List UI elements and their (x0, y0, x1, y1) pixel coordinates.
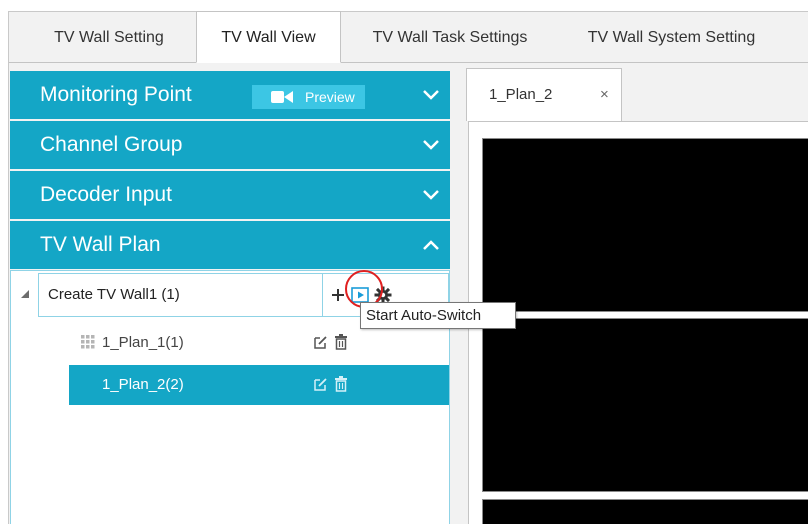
tv-screen[interactable] (482, 318, 808, 492)
accordion-tv-wall-plan[interactable]: TV Wall Plan (10, 221, 450, 269)
accordion-channel-group[interactable]: Channel Group (10, 121, 450, 169)
add-icon[interactable] (330, 287, 346, 303)
tab-plan-view[interactable]: 1_Plan_2 × (466, 68, 622, 121)
edit-icon[interactable] (313, 377, 328, 392)
chevron-down-icon (423, 90, 439, 100)
accordion-decoder-input[interactable]: Decoder Input (10, 171, 450, 219)
close-icon[interactable]: × (600, 86, 609, 103)
tv-wall-canvas (468, 121, 808, 524)
tv-wall-window: TV Wall Setting TV Wall View TV Wall Tas… (8, 11, 808, 524)
tab-tv-wall-system-setting[interactable]: TV Wall System Setting (569, 12, 774, 63)
left-panel: Monitoring Point Preview Channel Group D… (9, 64, 451, 524)
plan-label: 1_Plan_1(1) (102, 334, 184, 351)
tree-expander-icon[interactable] (21, 290, 29, 298)
accordion-title: TV Wall Plan (40, 233, 161, 256)
preview-button[interactable]: Preview (252, 85, 365, 109)
camera-icon (271, 91, 293, 103)
plan-tab-label: 1_Plan_2 (489, 86, 553, 103)
top-tab-bar: TV Wall Setting TV Wall View TV Wall Tas… (9, 11, 808, 63)
delete-icon[interactable] (334, 376, 348, 392)
tooltip: Start Auto-Switch (360, 302, 516, 329)
tv-wall-view-area: 1_Plan_2 × (458, 68, 808, 524)
preview-label: Preview (305, 89, 355, 105)
tab-tv-wall-view[interactable]: TV Wall View (196, 11, 341, 63)
tv-screen[interactable] (482, 138, 808, 312)
accordion-title: Monitoring Point (40, 83, 192, 106)
delete-icon[interactable] (334, 334, 348, 350)
tab-tv-wall-task-settings[interactable]: TV Wall Task Settings (354, 12, 546, 63)
grid-icon (81, 335, 95, 349)
plan-label: 1_Plan_2(2) (102, 376, 184, 393)
tab-tv-wall-setting[interactable]: TV Wall Setting (29, 12, 189, 63)
chevron-up-icon (423, 240, 439, 250)
accordion-title: Channel Group (40, 133, 183, 156)
chevron-down-icon (423, 140, 439, 150)
tv-screen[interactable] (482, 499, 808, 524)
divider (322, 274, 323, 316)
accordion-title: Decoder Input (40, 183, 172, 206)
accordion-monitoring-point[interactable]: Monitoring Point Preview (10, 71, 450, 119)
tree-root-label: Create TV Wall1 (1) (48, 286, 180, 303)
tree-row-plan-1[interactable]: 1_Plan_1(1) (69, 323, 449, 363)
tree-row-plan-2[interactable]: 1_Plan_2(2) (69, 365, 449, 405)
chevron-down-icon (423, 190, 439, 200)
edit-icon[interactable] (313, 335, 328, 350)
